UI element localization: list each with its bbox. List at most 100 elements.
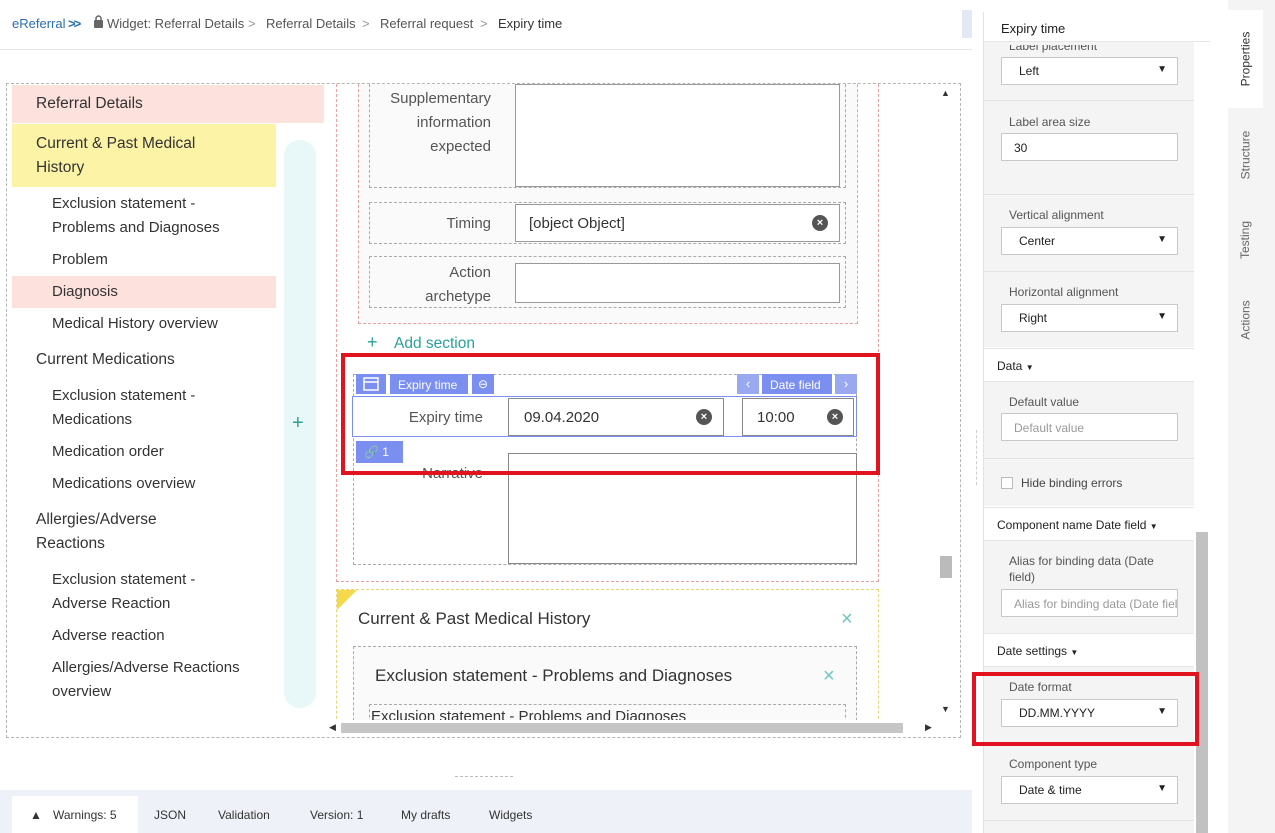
section-navigation: Referral Details Current & Past Medical …	[12, 85, 325, 715]
horizontal-alignment-select[interactable]: Right ▼	[1001, 304, 1178, 332]
hscroll-thumb[interactable]	[341, 723, 903, 733]
label-area-input[interactable]: 30	[1001, 133, 1178, 161]
scroll-thumb[interactable]	[940, 556, 952, 578]
nav-item-allergies[interactable]: Allergies/Adverse Reactions	[36, 508, 186, 556]
label-area-label: Label area size	[1009, 115, 1091, 129]
tab-properties[interactable]: Properties	[1228, 14, 1263, 104]
label-placement-value: Left	[1019, 64, 1040, 78]
close-icon[interactable]: ×	[841, 608, 853, 631]
nav-item-referral-details[interactable]: Referral Details	[36, 92, 143, 116]
breadcrumb-item[interactable]: Widget: Referral Details	[107, 16, 244, 31]
action-label: Action archetype	[425, 264, 491, 305]
tab-actions[interactable]: Actions	[1228, 280, 1263, 360]
hide-binding-checkbox[interactable]	[1001, 477, 1013, 489]
nav-item-medical-history[interactable]: Current & Past Medical History	[36, 132, 236, 180]
tab-testing-label: Testing	[1238, 220, 1253, 260]
caret-down-icon: ▼	[1157, 234, 1167, 245]
caret-down-icon: ▼	[1157, 783, 1167, 794]
supplementary-label: Supplementary information expected	[390, 90, 491, 155]
breadcrumb-root[interactable]: eReferral	[12, 16, 65, 31]
nav-item-exclusion-adverse[interactable]: Exclusion statement - Adverse Reaction	[52, 568, 222, 616]
default-value-input[interactable]: Default value	[1001, 413, 1178, 441]
breadcrumb-item[interactable]: Referral request	[380, 16, 473, 31]
plus-icon[interactable]: +	[292, 412, 304, 435]
timing-input[interactable]: [object Object]	[515, 204, 840, 242]
divider	[984, 820, 1194, 821]
tab-testing[interactable]: Testing	[1228, 200, 1263, 280]
tab-warnings-label: Warnings: 5	[53, 808, 117, 822]
chevron-right-icon: >	[248, 16, 256, 31]
chevron-right-icon: >	[480, 16, 488, 31]
tab-my-drafts[interactable]: My drafts	[401, 808, 450, 822]
nav-item-history-overview[interactable]: Medical History overview	[52, 312, 218, 336]
default-value-label: Default value	[1009, 395, 1080, 409]
nav-item-medication-order[interactable]: Medication order	[52, 440, 164, 464]
close-icon[interactable]: ×	[823, 665, 835, 688]
vertical-alignment-select[interactable]: Center ▼	[1001, 227, 1178, 255]
divider	[984, 458, 1194, 459]
hide-binding-label: Hide binding errors	[1021, 476, 1123, 490]
nav-item-diagnosis[interactable]: Diagnosis	[52, 280, 118, 304]
component-type-value: Date & time	[1019, 783, 1082, 797]
tab-version[interactable]: Version: 1	[310, 808, 363, 822]
tab-structure[interactable]: Structure	[1228, 112, 1263, 197]
nav-item-adverse-reaction[interactable]: Adverse reaction	[52, 624, 165, 648]
data-header-label: Data	[997, 359, 1023, 373]
add-section-icon[interactable]: +	[367, 332, 378, 353]
resize-handle[interactable]	[455, 776, 513, 777]
breadcrumb-item[interactable]: Referral Details	[266, 16, 356, 31]
horizontal-alignment-label: Horizontal alignment	[1009, 285, 1119, 299]
add-section-link[interactable]: Add section	[394, 335, 475, 353]
nav-item-problem[interactable]: Problem	[52, 248, 108, 272]
nav-item-medications-overview[interactable]: Medications overview	[52, 472, 195, 496]
label-placement-select[interactable]: Left ▼	[1001, 57, 1178, 85]
history-title: Current & Past Medical History	[358, 609, 591, 628]
vertical-scrollbar[interactable]: ▲ ▼	[937, 84, 955, 720]
collapse-handle[interactable]	[962, 10, 972, 38]
scroll-up-icon[interactable]: ▲	[941, 88, 950, 98]
component-header-label: Component name Date field	[997, 518, 1147, 532]
alias-input[interactable]: Alias for binding data (Date field)	[1001, 589, 1178, 617]
alias-label: Alias for binding data (Date field)	[1009, 554, 1154, 584]
warning-icon: ▲	[30, 808, 42, 822]
panel-resize-handle[interactable]	[976, 430, 978, 485]
date-settings-label: Date settings	[997, 644, 1068, 658]
tab-json[interactable]: JSON	[154, 808, 186, 822]
component-name-header[interactable]: Component name Date field ▼	[984, 507, 1194, 541]
date-settings-header[interactable]: Date settings ▼	[984, 633, 1194, 667]
timing-value: [object Object]	[529, 215, 625, 232]
double-chevron-icon: >>	[68, 16, 81, 31]
add-container-strip[interactable]: +	[284, 140, 316, 708]
horizontal-scrollbar[interactable]: ◀ ▶	[325, 720, 937, 736]
tab-validation[interactable]: Validation	[218, 808, 270, 822]
breadcrumb-current: Expiry time	[498, 16, 563, 31]
scroll-left-icon[interactable]: ◀	[329, 722, 336, 733]
caret-down-icon: ▼	[1070, 648, 1079, 657]
component-type-label: Component type	[1009, 757, 1098, 771]
clear-icon[interactable]: ×	[812, 215, 828, 231]
nav-item-allergies-overview[interactable]: Allergies/Adverse Reactions overview	[52, 656, 262, 704]
vertical-alignment-label: Vertical alignment	[1009, 208, 1104, 222]
inner-subtitle: Exclusion statement - Problems and Diagn…	[371, 708, 687, 720]
vertical-alignment-value: Center	[1019, 234, 1056, 248]
tab-warnings[interactable]: ▲ Warnings: 5	[12, 796, 138, 833]
supplementary-textarea[interactable]	[515, 84, 840, 187]
scroll-right-icon[interactable]: ▶	[925, 722, 932, 733]
action-input[interactable]	[515, 263, 840, 303]
component-type-select[interactable]: Date & time ▼	[1001, 776, 1178, 804]
tab-actions-label: Actions	[1238, 300, 1253, 340]
horizontal-alignment-value: Right	[1019, 311, 1048, 325]
nav-item-exclusion-problems[interactable]: Exclusion statement - Problems and Diagn…	[52, 192, 252, 240]
highlight-expiry-widget	[341, 353, 880, 475]
nav-item-current-medications[interactable]: Current Medications	[36, 348, 175, 372]
tab-widgets[interactable]: Widgets	[489, 808, 532, 822]
divider	[984, 271, 1194, 272]
bottom-tab-bar: ▲ Warnings: 5 JSON Validation Version: 1…	[0, 790, 972, 833]
caret-down-icon: ▼	[1149, 522, 1158, 531]
timing-label: Timing	[446, 215, 491, 232]
container-corner-marker	[337, 590, 357, 610]
nav-item-exclusion-medications[interactable]: Exclusion statement - Medications	[52, 384, 232, 432]
data-section-header[interactable]: Data ▼	[984, 348, 1194, 382]
scroll-down-icon[interactable]: ▼	[941, 704, 950, 714]
divider	[984, 194, 1194, 195]
